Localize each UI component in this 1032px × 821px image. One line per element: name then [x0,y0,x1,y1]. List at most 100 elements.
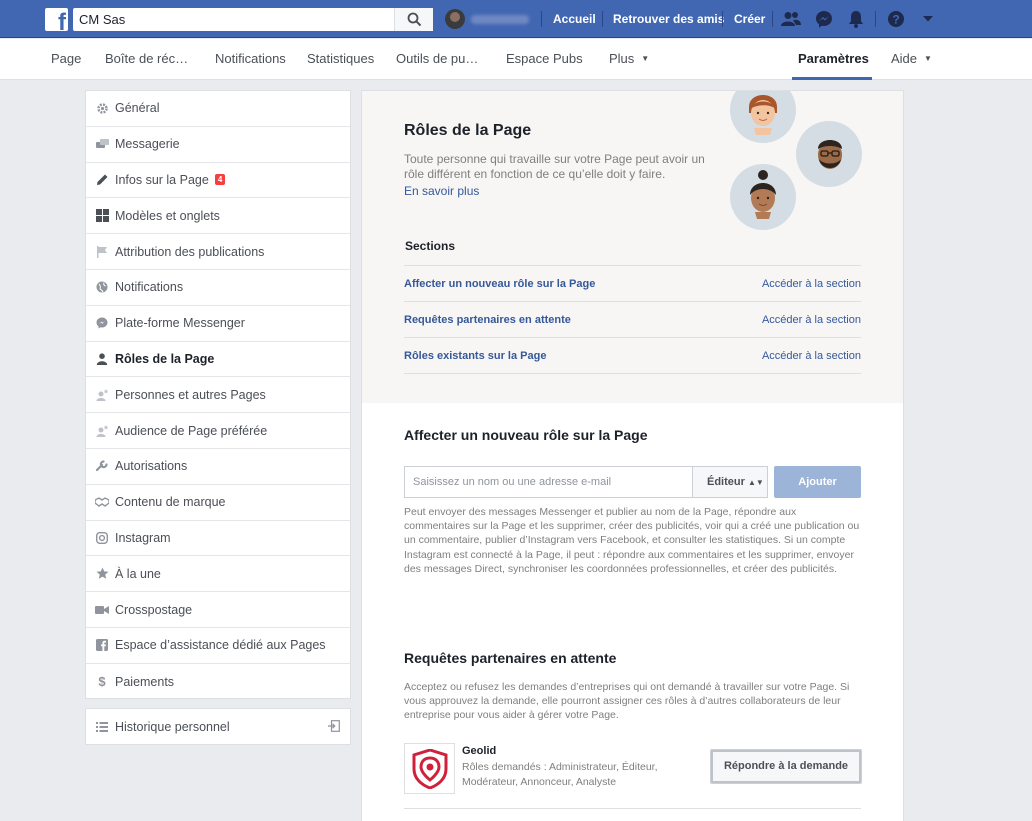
sidebar-item-general[interactable]: Général [86,91,350,127]
sort-arrows-icon: ▲▼ [747,478,764,487]
add-button[interactable]: Ajouter [774,466,861,498]
globe-icon [95,280,109,294]
friends-icon[interactable] [780,9,802,29]
sidebar-item-featured[interactable]: À la une [86,556,350,593]
sidebar-item-label: Personnes et autres Pages [115,387,266,402]
active-tab-indicator [792,77,872,80]
page-roles-panel: Rôles de la Page Toute personne qui trav… [361,90,904,821]
page-tab-bar: Page Boîte de réc… Notifications Statist… [0,39,1032,80]
sidebar-item-label: Instagram [115,530,171,545]
sidebar-item-label: Audience de Page préférée [115,423,268,438]
search-icon [407,12,422,27]
list-icon [95,720,109,734]
tab-help-label: Aide [891,51,918,66]
tab-more[interactable]: Plus ▼ [609,51,649,66]
role-select[interactable]: Éditeur ▲▼ [692,466,768,498]
tab-page[interactable]: Page [51,51,81,66]
grid-icon [95,209,109,223]
section-assign-role-link[interactable]: Affecter un nouveau rôle sur la Page [404,278,595,290]
sidebar-item-label: Général [115,101,160,116]
respond-request-button[interactable]: Répondre à la demande [710,749,862,784]
sidebar-item-messenger-platform[interactable]: Plate-forme Messenger [86,306,350,342]
sidebar-item-page-roles[interactable]: Rôles de la Page [86,342,350,378]
messenger-icon [95,316,109,330]
section-row: Affecter un nouveau rôle sur la Page Acc… [404,265,861,301]
go-to-section-link[interactable]: Accéder à la section [762,314,861,326]
sidebar-item-permissions[interactable]: Autorisations [86,449,350,485]
search-button[interactable] [394,8,433,31]
sidebar-item-label: Crosspostage [115,602,193,617]
partner-name: Geolid [462,745,497,757]
tab-ads-center[interactable]: Espace Pubs [506,51,583,66]
star-icon [95,567,109,581]
person-icon [95,352,109,366]
handshake-icon [95,495,109,509]
messenger-icon[interactable] [813,9,835,29]
facebook-logo-icon[interactable]: f [45,8,68,31]
roles-description: Toute personne qui travaille sur votre P… [404,152,705,181]
sidebar-item-page-info[interactable]: Infos sur la Page 4 [86,163,350,199]
profile-name-blurred [471,14,529,24]
partner-logo [404,743,455,794]
open-external-icon[interactable] [328,720,340,735]
sidebar-item-page-support-inbox[interactable]: Espace d’assistance dédié aux Pages [86,628,350,664]
nav-create-link[interactable]: Créer [734,12,765,26]
sidebar-item-templates-tabs[interactable]: Modèles et onglets [86,198,350,235]
nav-find-friends-link[interactable]: Retrouver des amis [613,12,724,26]
menu-caret-icon[interactable] [917,9,939,29]
chat-bubbles-icon [95,137,109,151]
section-existing-roles-link[interactable]: Rôles existants sur la Page [404,350,546,362]
section-row: Rôles existants sur la Page Accéder à la… [404,337,861,373]
sidebar-item-activity-log[interactable]: Historique personnel [85,708,351,745]
person-star-icon [95,388,109,402]
nav-home-link[interactable]: Accueil [553,12,596,26]
divider [404,373,861,374]
nav-divider [722,11,723,27]
notification-count-badge: 4 [214,174,226,186]
roles-intro-section: Rôles de la Page Toute personne qui trav… [362,91,903,403]
help-icon[interactable]: ? [885,9,907,29]
tab-settings[interactable]: Paramètres [798,51,869,66]
go-to-section-link[interactable]: Accéder à la section [762,278,861,290]
section-partner-requests-link[interactable]: Requêtes partenaires en attente [404,314,571,326]
page-title: Rôles de la Page [404,122,532,139]
sidebar-item-label: Modèles et onglets [115,208,220,223]
assign-role-heading: Affecter un nouveau rôle sur la Page [404,427,648,443]
sidebar-item-label: Rôles de la Page [115,351,215,366]
tab-help[interactable]: Aide ▼ [891,51,932,66]
go-to-section-link[interactable]: Accéder à la section [762,350,861,362]
sidebar-item-label: Infos sur la Page [115,172,209,187]
sidebar-item-label: À la une [115,566,161,581]
search-input[interactable]: CM Sas [73,8,433,31]
sidebar-item-label: Historique personnel [115,719,230,734]
sidebar-item-people-other-pages[interactable]: Personnes et autres Pages [86,377,350,414]
sidebar-item-preferred-audience[interactable]: Audience de Page préférée [86,413,350,449]
sidebar-item-branded-content[interactable]: Contenu de marque [86,485,350,521]
sidebar-item-post-attribution[interactable]: Attribution des publications [86,234,350,270]
sections-heading: Sections [405,239,456,253]
tab-publishing-tools[interactable]: Outils de pu… [396,51,478,66]
notifications-bell-icon[interactable] [845,9,867,29]
nav-divider [875,11,876,27]
top-navigation-bar: f CM Sas Accueil Retrouver des amis Crée… [0,0,1032,38]
sidebar-item-label: Paiements [115,674,175,689]
sidebar-item-label: Autorisations [115,459,188,474]
sidebar-item-messaging[interactable]: Messagerie [86,127,350,163]
sidebar-item-payments[interactable]: $ Paiements [86,664,350,700]
nav-divider [602,11,603,27]
nav-divider [541,11,542,27]
sidebar-item-notifications[interactable]: Notifications [86,270,350,306]
profile-link[interactable] [445,9,529,29]
sidebar-item-crossposting[interactable]: Crosspostage [86,592,350,628]
dollar-icon: $ [98,674,106,690]
tab-statistics[interactable]: Statistiques [307,51,374,66]
learn-more-link[interactable]: En savoir plus [404,184,479,198]
sidebar-item-label: Espace d’assistance dédié aux Pages [115,638,326,653]
role-description: Peut envoyer des messages Messenger et p… [404,506,860,575]
name-email-input[interactable]: Saisissez un nom ou une adresse e-mail [404,466,693,498]
tab-inbox[interactable]: Boîte de réc… [105,51,188,66]
nav-divider [772,11,773,27]
sidebar-item-label: Plate-forme Messenger [115,316,245,331]
sidebar-item-instagram[interactable]: Instagram [86,521,350,557]
tab-notifications[interactable]: Notifications [215,51,286,66]
